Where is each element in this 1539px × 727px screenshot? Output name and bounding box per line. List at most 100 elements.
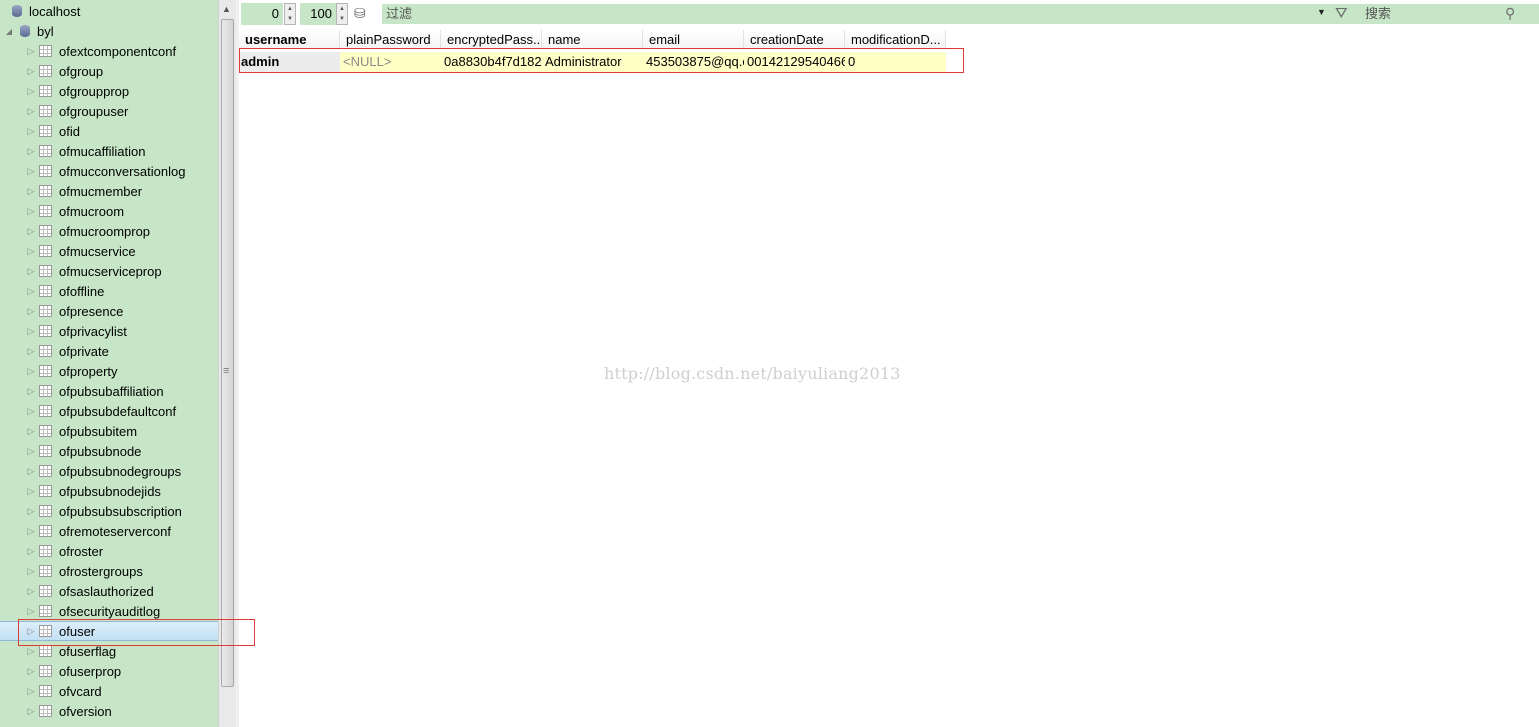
column-header[interactable]: encryptedPass... [441,30,542,49]
table-node[interactable]: ▷ ofrostergroups [0,561,218,581]
search-input[interactable]: 搜索 [1361,4,1495,24]
expand-arrow-icon[interactable]: ▷ [26,686,36,697]
column-header[interactable]: email [643,30,744,49]
expand-arrow-icon[interactable]: ▷ [26,366,36,377]
column-header[interactable]: creationDate [744,30,845,49]
table-node[interactable]: ▷ ofoffline [0,281,218,301]
expand-arrow-icon[interactable]: ▷ [26,646,36,657]
expand-arrow-icon[interactable]: ▷ [26,666,36,677]
table-node[interactable]: ▷ ofpubsubdefaultconf [0,401,218,421]
table-node[interactable]: ▷ ofuserprop [0,661,218,681]
column-header[interactable]: modificationD... [845,30,946,49]
table-icon [39,345,52,357]
expand-arrow-icon[interactable]: ▷ [26,486,36,497]
table-node[interactable]: ▷ ofmucaffiliation [0,141,218,161]
table-node[interactable]: ▷ ofpresence [0,301,218,321]
offset-input[interactable]: 0 [241,3,283,25]
table-label: ofextcomponentconf [59,43,177,59]
column-header[interactable]: username [239,30,340,49]
column-header[interactable]: plainPassword [340,30,441,49]
expand-arrow-icon[interactable]: ▷ [26,46,36,57]
expand-arrow-icon[interactable]: ▷ [26,66,36,77]
expand-arrow-icon[interactable]: ▷ [26,406,36,417]
expand-arrow-icon[interactable]: ▷ [26,246,36,257]
table-node[interactable]: ▷ ofvcard [0,681,218,701]
database-node[interactable]: ◢ byl [0,21,218,41]
expand-arrow-icon[interactable]: ▷ [26,386,36,397]
refresh-icon[interactable]: ⛁ [354,5,366,22]
scrollbar-thumb[interactable]: ≡ [221,19,234,687]
table-node[interactable]: ▷ ofpubsubnode [0,441,218,461]
tree-scrollbar[interactable]: ▲ ≡ [218,0,236,727]
table-label: ofid [59,123,80,139]
table-node[interactable]: ▷ ofgroup [0,61,218,81]
grid-header: username plainPassword encryptedPass... nam… [239,30,946,49]
expand-arrow-icon[interactable]: ▷ [26,186,36,197]
expand-arrow-icon[interactable]: ▷ [26,446,36,457]
search-icon[interactable]: ⚲ [1505,5,1515,22]
table-node[interactable]: ▷ ofversion [0,701,218,721]
expand-arrow-icon[interactable]: ▷ [26,526,36,537]
expand-arrow-icon[interactable]: ▷ [26,266,36,277]
table-node[interactable]: ▷ ofmucconversationlog [0,161,218,181]
funnel-icon[interactable]: ⛛ [1335,5,1348,22]
table-node[interactable]: ▷ ofextcomponentconf [0,41,218,61]
table-label: ofgroupuser [59,103,129,119]
expand-arrow-icon[interactable]: ▷ [26,286,36,297]
expand-arrow-icon[interactable]: ▷ [26,566,36,577]
table-node[interactable]: ▷ ofmucroom [0,201,218,221]
table-node[interactable]: ▷ ofpubsubnodejids [0,481,218,501]
table-icon [39,365,52,377]
table-node[interactable]: ▷ ofpubsubitem [0,421,218,441]
table-node[interactable]: ▷ ofmucroomprop [0,221,218,241]
table-node[interactable]: ▷ ofid [0,121,218,141]
offset-stepper-icon[interactable]: ▲ ▼ [284,3,296,25]
expand-arrow-icon[interactable]: ▷ [26,506,36,517]
server-node[interactable]: localhost [0,1,218,21]
table-icon [39,105,52,117]
expand-arrow-icon[interactable]: ▷ [26,346,36,357]
table-label: ofrostergroups [59,563,143,579]
table-label: ofmucroom [59,203,125,219]
table-node[interactable]: ▷ ofgroupprop [0,81,218,101]
table-label: ofroster [59,543,104,559]
collapse-arrow-icon[interactable]: ◢ [4,27,14,36]
table-node[interactable]: ▷ ofremoteserverconf [0,521,218,541]
table-node[interactable]: ▷ ofmucservice [0,241,218,261]
expand-arrow-icon[interactable]: ▷ [26,706,36,717]
table-node[interactable]: ▷ ofsecurityauditlog [0,601,218,621]
scroll-up-icon[interactable]: ▲ [222,4,231,14]
table-node[interactable]: ▷ ofprivacylist [0,321,218,341]
limit-stepper-icon[interactable]: ▲ ▼ [336,3,348,25]
table-icon [39,325,52,337]
annotation-box-row [239,48,964,73]
expand-arrow-icon[interactable]: ▷ [26,106,36,117]
expand-arrow-icon[interactable]: ▷ [26,466,36,477]
table-node[interactable]: ▷ ofprivate [0,341,218,361]
expand-arrow-icon[interactable]: ▷ [26,166,36,177]
table-node[interactable]: ▷ ofmucmember [0,181,218,201]
table-node[interactable]: ▷ ofroster [0,541,218,561]
expand-arrow-icon[interactable]: ▷ [26,546,36,557]
table-node[interactable]: ▷ ofmucserviceprop [0,261,218,281]
expand-arrow-icon[interactable]: ▷ [26,586,36,597]
expand-arrow-icon[interactable]: ▷ [26,226,36,237]
expand-arrow-icon[interactable]: ▷ [26,426,36,437]
expand-arrow-icon[interactable]: ▷ [26,326,36,337]
table-node[interactable]: ▷ ofpubsubnodegroups [0,461,218,481]
expand-arrow-icon[interactable]: ▷ [26,306,36,317]
expand-arrow-icon[interactable]: ▷ [26,206,36,217]
limit-input[interactable]: 100 [300,3,336,25]
expand-arrow-icon[interactable]: ▷ [26,606,36,617]
table-node[interactable]: ▷ ofsaslauthorized [0,581,218,601]
table-node[interactable]: ▷ ofproperty [0,361,218,381]
filter-dropdown-icon[interactable]: ▼ [1317,7,1326,17]
table-icon [39,65,52,77]
expand-arrow-icon[interactable]: ▷ [26,86,36,97]
table-node[interactable]: ▷ ofgroupuser [0,101,218,121]
expand-arrow-icon[interactable]: ▷ [26,126,36,137]
column-header[interactable]: name [542,30,643,49]
expand-arrow-icon[interactable]: ▷ [26,146,36,157]
table-node[interactable]: ▷ ofpubsubsubscription [0,501,218,521]
table-node[interactable]: ▷ ofpubsubaffiliation [0,381,218,401]
